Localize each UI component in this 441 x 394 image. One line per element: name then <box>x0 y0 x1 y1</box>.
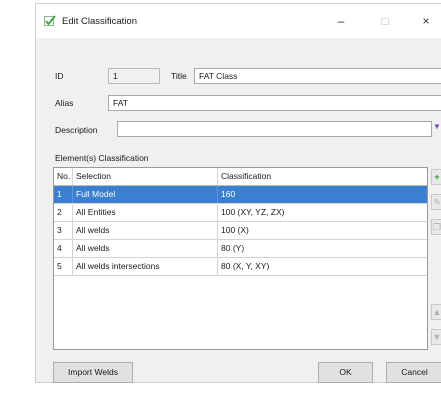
row-selection: All Entities <box>73 204 218 221</box>
move-down-button[interactable]: ▼ <box>431 329 441 345</box>
title-input[interactable]: FAT Class <box>194 68 441 84</box>
alias-input[interactable]: FAT <box>108 95 441 111</box>
minimize-button[interactable]: – <box>322 4 360 38</box>
row-classification: 100 (XY, YZ, ZX) <box>221 207 285 217</box>
table-header: No. Selection Classification <box>54 168 427 186</box>
row-selection: All welds <box>73 222 218 239</box>
row-number: 1 <box>54 186 73 203</box>
table-row[interactable]: 2 All Entities 100 (XY, YZ, ZX) <box>54 204 427 222</box>
row-selection: All welds intersections <box>73 258 218 275</box>
column-header-selection[interactable]: Selection <box>73 168 218 185</box>
edit-row-button[interactable]: ✎ <box>431 194 441 210</box>
section-label: Element(s) Classification <box>55 153 149 163</box>
edit-classification-dialog: Edit Classification – □ × ID 1 Title FAT… <box>35 3 441 383</box>
alias-label: Alias <box>55 98 74 108</box>
ok-button[interactable]: OK <box>318 362 373 383</box>
move-up-button[interactable]: ▲ <box>431 304 441 320</box>
checkmark-icon <box>44 15 56 26</box>
column-header-classification[interactable]: Classification <box>218 168 427 185</box>
import-welds-button[interactable]: Import Welds <box>53 362 133 383</box>
row-classification: 80 (X, Y, XY) <box>221 261 270 271</box>
description-input[interactable] <box>117 121 432 137</box>
row-number: 4 <box>54 240 73 257</box>
close-button[interactable]: × <box>410 4 441 38</box>
maximize-button[interactable]: □ <box>366 4 404 38</box>
row-selection: All welds <box>73 240 218 257</box>
chevron-down-icon[interactable]: ▼ <box>433 121 441 133</box>
row-classification: 80 (Y) <box>221 243 245 253</box>
row-number: 3 <box>54 222 73 239</box>
table-row[interactable]: 5 All welds intersections 80 (X, Y, XY) <box>54 258 427 276</box>
row-classification: 100 (X) <box>221 225 249 235</box>
window-title: Edit Classification <box>62 16 137 27</box>
title-label: Title <box>171 71 187 81</box>
id-field: 1 <box>108 68 160 84</box>
row-classification: 160 <box>221 189 236 199</box>
column-header-no[interactable]: No. <box>54 168 73 185</box>
table-row[interactable]: 1 Full Model 160 <box>54 186 427 204</box>
row-selection: Full Model <box>73 186 218 203</box>
copy-row-button[interactable]: ❐ <box>431 219 441 235</box>
add-row-button[interactable]: + <box>431 169 441 185</box>
table-row[interactable]: 4 All welds 80 (Y) <box>54 240 427 258</box>
classification-table[interactable]: No. Selection Classification 1 Full Mode… <box>53 167 428 350</box>
id-label: ID <box>55 71 64 81</box>
title-bar[interactable]: Edit Classification – □ × <box>36 4 441 38</box>
description-label: Description <box>55 125 98 135</box>
row-number: 5 <box>54 258 73 275</box>
cancel-button[interactable]: Cancel <box>386 362 441 383</box>
row-number: 2 <box>54 204 73 221</box>
table-row[interactable]: 3 All welds 100 (X) <box>54 222 427 240</box>
